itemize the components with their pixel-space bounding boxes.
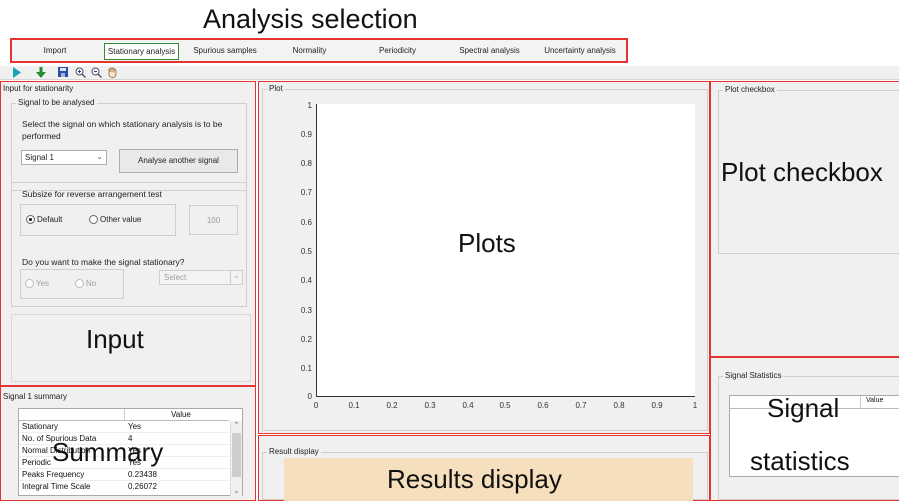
tab-periodicity[interactable]: Periodicity: [370, 43, 425, 60]
x-tick-label: 0.4: [462, 401, 474, 410]
signal-statistics-label-line2: statistics: [750, 446, 850, 476]
instruction-text-line1: Select the signal on which stationary an…: [22, 119, 223, 129]
other-value-radio[interactable]: [89, 215, 98, 224]
y-tick-label: 0.6: [300, 218, 312, 227]
signal-select-value: Signal 1: [25, 153, 54, 162]
plot-checkbox-panel: Plot checkbox: [710, 81, 899, 357]
chevron-up-icon[interactable]: ⌃: [231, 421, 242, 429]
subsize-label: Subsize for reverse arrangement test: [22, 189, 162, 199]
signal-statistics-panel: Signal Statistics Value: [710, 357, 899, 501]
method-select[interactable]: Select ⌄: [159, 270, 243, 285]
row-value: 0.23438: [128, 470, 157, 479]
pan-icon[interactable]: [106, 67, 118, 79]
y-tick-label: 0.9: [300, 130, 312, 139]
x-tick-label: 0: [313, 401, 319, 410]
analysis-tab-bar: Import Stationary analysis Spurious samp…: [10, 38, 628, 63]
summary-header-line: [19, 420, 229, 421]
save-icon[interactable]: [57, 67, 69, 79]
plots-label: Plots: [458, 228, 516, 258]
x-tick-label: 0.1: [348, 401, 360, 410]
x-tick-label: 0.5: [499, 401, 511, 410]
summary-scrollbar[interactable]: ⌃ ⌄: [230, 421, 242, 496]
no-radio-label: No: [86, 279, 97, 288]
signal-statistics-panel-title: Signal Statistics: [723, 371, 784, 380]
download-icon[interactable]: [35, 67, 47, 79]
table-row[interactable]: Integral Time Scale 0.26072: [19, 482, 234, 493]
signal-group: Signal to be analysed Select the signal …: [11, 98, 247, 191]
stats-header-divider: [860, 396, 861, 408]
other-value-input[interactable]: 100: [189, 205, 238, 235]
method-select-value: Select: [164, 273, 187, 282]
row-value: 0.26072: [128, 482, 157, 491]
result-panel-title: Result display: [267, 447, 321, 456]
yes-radio[interactable]: [25, 279, 34, 288]
summary-panel-title: Signal 1 summary: [3, 392, 68, 401]
plot-checkbox-label: Plot checkbox: [721, 157, 883, 187]
analyse-another-signal-button[interactable]: Analyse another signal: [119, 149, 238, 173]
stationary-question-text: Do you want to make the signal stationar…: [22, 257, 185, 267]
x-tick-label: 0.6: [537, 401, 549, 410]
y-tick-label: 0.5: [300, 247, 312, 256]
default-radio-label: Default: [37, 215, 63, 224]
summary-label: Summary: [52, 437, 164, 467]
x-tick-label: 0.9: [651, 401, 663, 410]
stats-value-header: Value: [866, 397, 884, 404]
no-radio[interactable]: [75, 279, 84, 288]
tab-spurious-samples[interactable]: Spurious samples: [190, 43, 260, 60]
plot-panel-title: Plot: [267, 84, 285, 93]
row-value: Yes: [128, 422, 142, 431]
tab-uncertainty-analysis[interactable]: Uncertainty analysis: [540, 43, 620, 60]
y-tick-label: 0.1: [300, 364, 312, 373]
row-name: Peaks Frequency: [22, 470, 85, 479]
yes-radio-label: Yes: [36, 279, 50, 288]
x-tick-label: 0.3: [424, 401, 436, 410]
tab-import[interactable]: Import: [30, 43, 80, 60]
y-tick-label: 0.4: [300, 276, 312, 285]
chevron-down-icon[interactable]: ⌄: [231, 487, 242, 495]
instruction-text-line2: performed: [22, 131, 61, 141]
analysis-selection-label: Analysis selection: [203, 4, 418, 34]
other-value-input-text: 100: [206, 216, 221, 225]
summary-value-header: Value: [171, 410, 191, 419]
plot-checkbox-panel-title: Plot checkbox: [723, 85, 777, 94]
x-tick-label: 0.7: [575, 401, 587, 410]
tab-normality[interactable]: Normality: [282, 43, 337, 60]
input-panel-title: Input for stationarity: [3, 84, 74, 93]
y-tick-label: 0.8: [300, 159, 312, 168]
tab-spectral-analysis[interactable]: Spectral analysis: [457, 43, 522, 60]
tab-stationary-analysis[interactable]: Stationary analysis: [104, 43, 179, 60]
x-tick-label: 0.8: [613, 401, 625, 410]
summary-header-divider: [124, 409, 125, 420]
signal-group-title: Signal to be analysed: [16, 98, 97, 107]
play-icon[interactable]: [11, 67, 23, 79]
zoom-in-icon[interactable]: [74, 67, 86, 79]
chevron-down-icon: ⌄: [96, 152, 103, 161]
y-tick-label: 0.2: [300, 335, 312, 344]
row-name: Periodic: [22, 458, 51, 467]
x-tick-label: 0.2: [386, 401, 398, 410]
default-radio[interactable]: [26, 215, 35, 224]
zoom-out-icon[interactable]: [90, 67, 102, 79]
x-tick-label: 1: [692, 401, 698, 410]
row-name: Integral Time Scale: [22, 482, 91, 491]
other-value-radio-label: Other value: [100, 215, 142, 224]
scrollbar-thumb[interactable]: [232, 433, 241, 477]
y-tick-label: 0: [307, 392, 312, 401]
results-display-label: Results display: [387, 464, 562, 494]
y-tick-label: 0.7: [300, 188, 312, 197]
y-tick-label: 0.3: [300, 306, 312, 315]
subsize-group: Subsize for reverse arrangement test Def…: [11, 182, 247, 307]
input-label: Input: [86, 324, 144, 354]
table-row[interactable]: Stationary Yes: [19, 422, 234, 433]
signal-statistics-label-line1: Signal: [767, 393, 840, 423]
row-name: Stationary: [22, 422, 59, 431]
chevron-down-icon: ⌄: [230, 271, 242, 284]
signal-select[interactable]: Signal 1 ⌄: [21, 150, 107, 165]
table-row[interactable]: Peaks Frequency 0.23438: [19, 470, 234, 481]
toolbar: [0, 66, 899, 80]
y-tick-label: 1: [307, 101, 312, 110]
